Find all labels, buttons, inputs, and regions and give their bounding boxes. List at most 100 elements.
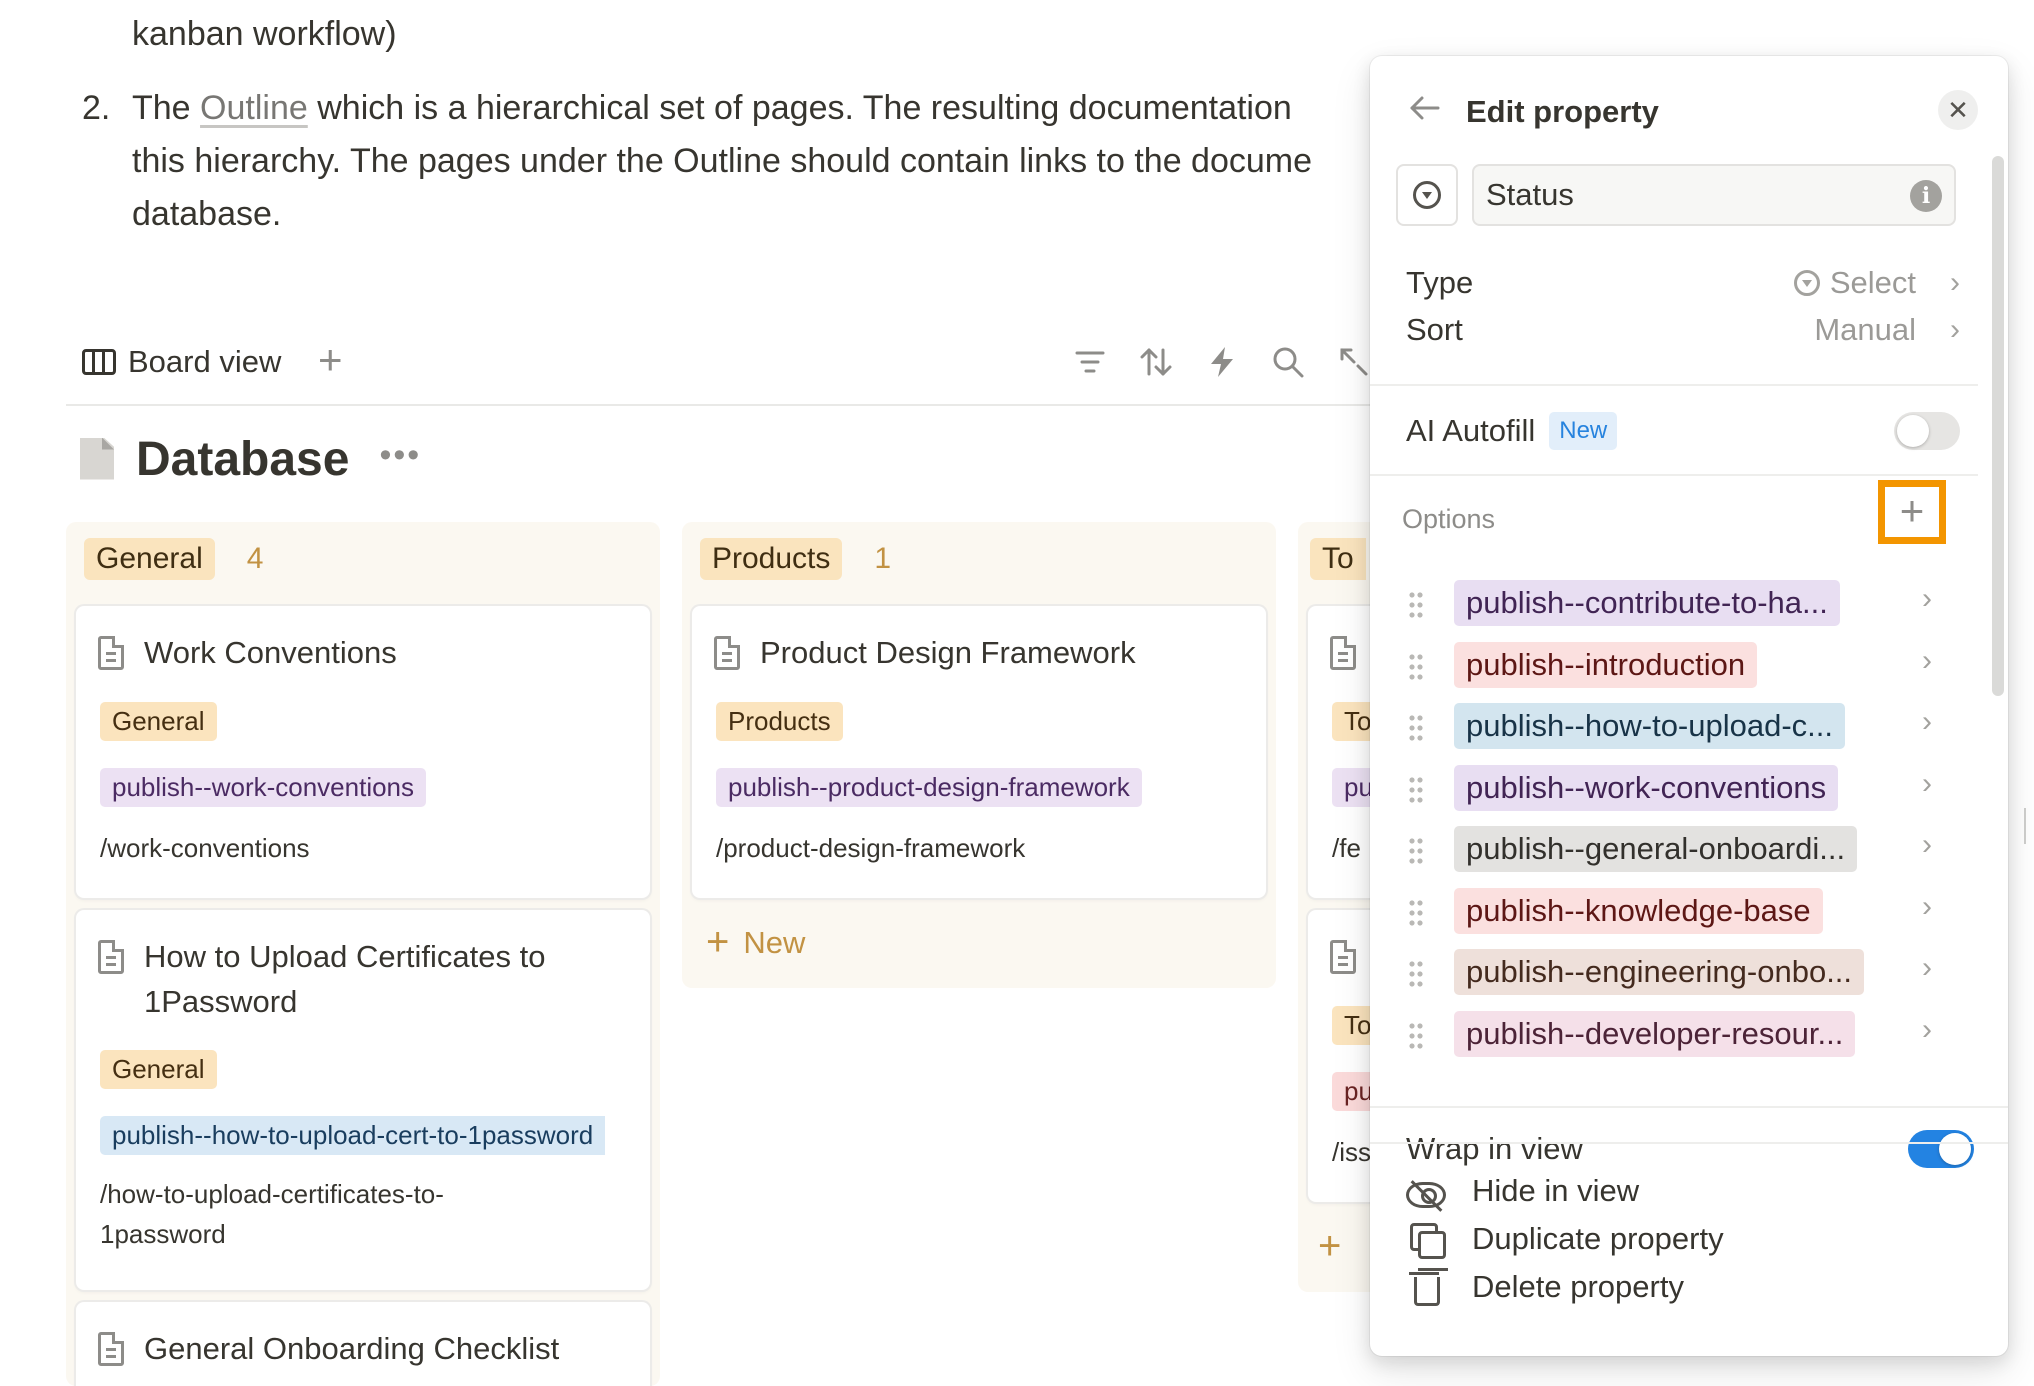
option-tag: publish--developer-resour... <box>1454 1011 1856 1057</box>
close-icon[interactable]: ✕ <box>1938 90 1978 130</box>
page-icon <box>1330 940 1356 974</box>
sort-label: Sort <box>1406 312 1463 347</box>
drag-handle-icon[interactable] <box>1408 775 1424 805</box>
divider <box>66 404 1386 406</box>
hide-in-view-button[interactable]: Hide in view <box>1406 1166 1972 1216</box>
search-icon[interactable] <box>1270 344 1306 380</box>
column-label[interactable]: To <box>1310 538 1366 580</box>
card-title: General Onboarding Checklist <box>144 1331 560 1366</box>
group-tag: Products <box>716 702 843 741</box>
info-icon[interactable]: i <box>1910 180 1942 212</box>
drag-handle-icon[interactable] <box>1408 590 1424 620</box>
chevron-right-icon: › <box>1922 890 1932 923</box>
status-tag: publish--product-design-framework <box>716 768 1142 807</box>
scrollbar[interactable] <box>1992 156 2004 696</box>
column-count: 4 <box>246 542 264 575</box>
list-number: 2. <box>82 89 111 127</box>
edit-property-panel: Edit property ✕ Status i Type Select › S… <box>1370 56 2008 1356</box>
option-tag: publish--general-onboardi... <box>1454 826 1858 872</box>
new-badge: New <box>1549 412 1618 450</box>
chevron-right-icon: › <box>1950 266 1960 299</box>
new-card-button[interactable]: + <box>1318 1224 1341 1269</box>
page-icon[interactable] <box>80 437 116 482</box>
resize-handle[interactable] <box>2024 808 2034 844</box>
list-item[interactable]: publish--how-to-upload-c... › <box>1370 701 2008 763</box>
divider <box>1370 1142 2008 1144</box>
drag-handle-icon[interactable] <box>1408 898 1424 928</box>
more-options-icon[interactable]: ••• <box>379 436 421 475</box>
card-title: How to Upload Certificates to 1Password <box>144 939 546 1019</box>
view-bar: Board view + <box>82 336 1382 396</box>
column-count: 1 <box>874 542 892 575</box>
board-card[interactable]: General Onboarding Checklist <box>76 1302 650 1386</box>
database-title[interactable]: Database <box>136 432 349 487</box>
tab-board-view[interactable]: Board view <box>82 344 281 380</box>
list-item[interactable]: publish--knowledge-base › <box>1370 886 2008 948</box>
chevron-right-icon: › <box>1922 705 1932 738</box>
sort-icon[interactable] <box>1138 344 1174 380</box>
drag-handle-icon[interactable] <box>1408 713 1424 743</box>
column-label[interactable]: General <box>84 538 215 580</box>
page-icon <box>98 636 124 670</box>
status-tag: publish--how-to-upload-cert-to-1password <box>100 1116 606 1155</box>
list-item[interactable]: publish--work-conventions › <box>1370 763 2008 825</box>
board-column-products: Products 1 Product Design Framework Prod… <box>682 522 1276 988</box>
add-option-button[interactable]: + <box>1878 480 1946 544</box>
card-url: /product-design-framework <box>716 833 1026 863</box>
board-card[interactable]: How to Upload Certificates to 1Password … <box>76 910 650 1290</box>
option-tag: publish--contribute-to-ha... <box>1454 580 1840 626</box>
automation-icon[interactable] <box>1204 344 1240 380</box>
page-icon <box>98 940 124 974</box>
list-item[interactable]: publish--general-onboardi... › <box>1370 824 2008 886</box>
list-item[interactable]: publish--engineering-onbo... › <box>1370 947 2008 1009</box>
select-icon <box>1413 181 1441 209</box>
page-icon <box>1330 636 1356 670</box>
status-tag: publish--work-conventions <box>100 768 427 807</box>
eye-slash-icon <box>1406 1181 1446 1208</box>
doc-text-prefix: The <box>132 89 201 127</box>
card-url: /fe <box>1332 833 1361 863</box>
drag-handle-icon[interactable] <box>1408 959 1424 989</box>
plus-icon: + <box>706 920 730 964</box>
outline-link[interactable]: Outline <box>200 89 308 127</box>
board-card[interactable]: Product Design Framework Products publis… <box>692 606 1266 898</box>
property-name-input[interactable]: Status i <box>1472 164 1956 226</box>
doc-text-rest: which is a hierarchical set of pages. Th… <box>307 89 1292 127</box>
ai-autofill-toggle[interactable] <box>1894 412 1960 450</box>
drag-handle-icon[interactable] <box>1408 1021 1424 1051</box>
doc-text-line2: this hierarchy. The pages under the Outl… <box>132 142 1313 180</box>
option-tag: publish--how-to-upload-c... <box>1454 703 1846 749</box>
list-item[interactable]: publish--introduction › <box>1370 640 2008 702</box>
card-title: Product Design Framework <box>760 635 1136 670</box>
chevron-right-icon: › <box>1922 767 1932 800</box>
drag-handle-icon[interactable] <box>1408 652 1424 682</box>
sort-row[interactable]: Sort Manual › <box>1406 305 1960 355</box>
property-type-icon-button[interactable] <box>1396 164 1458 226</box>
ai-autofill-row: AI Autofill New <box>1406 406 1960 456</box>
type-label: Type <box>1406 265 1474 300</box>
divider <box>1370 474 1978 476</box>
wrap-in-view-label: Wrap in view <box>1406 1131 1583 1166</box>
chevron-right-icon: › <box>1922 644 1932 677</box>
options-list: publish--contribute-to-ha... › publish--… <box>1370 570 2008 1106</box>
column-label[interactable]: Products <box>700 538 843 580</box>
back-arrow-icon[interactable] <box>1406 90 1446 135</box>
new-label: New <box>743 924 806 960</box>
board-card[interactable]: Work Conventions General publish--work-c… <box>76 606 650 898</box>
board-column-general: General 4 Work Conventions General publi… <box>66 522 660 1386</box>
type-value: Select <box>1829 265 1916 300</box>
new-card-button[interactable]: + New <box>706 920 805 965</box>
hide-in-view-label: Hide in view <box>1472 1173 1640 1208</box>
list-item[interactable]: publish--developer-resour... › <box>1370 1009 2008 1071</box>
expand-icon[interactable] <box>1336 344 1372 380</box>
chevron-right-icon: › <box>1922 1013 1932 1046</box>
list-item[interactable]: publish--contribute-to-ha... › <box>1370 578 2008 640</box>
doc-line: kanban workflow) <box>132 15 397 53</box>
drag-handle-icon[interactable] <box>1408 836 1424 866</box>
duplicate-property-button[interactable]: Duplicate property <box>1406 1214 1972 1264</box>
filter-icon[interactable] <box>1072 344 1108 380</box>
delete-property-button[interactable]: Delete property <box>1406 1262 1972 1312</box>
wrap-in-view-toggle[interactable] <box>1908 1130 1974 1168</box>
type-row[interactable]: Type Select › <box>1406 258 1960 308</box>
add-view-button[interactable]: + <box>318 336 343 384</box>
